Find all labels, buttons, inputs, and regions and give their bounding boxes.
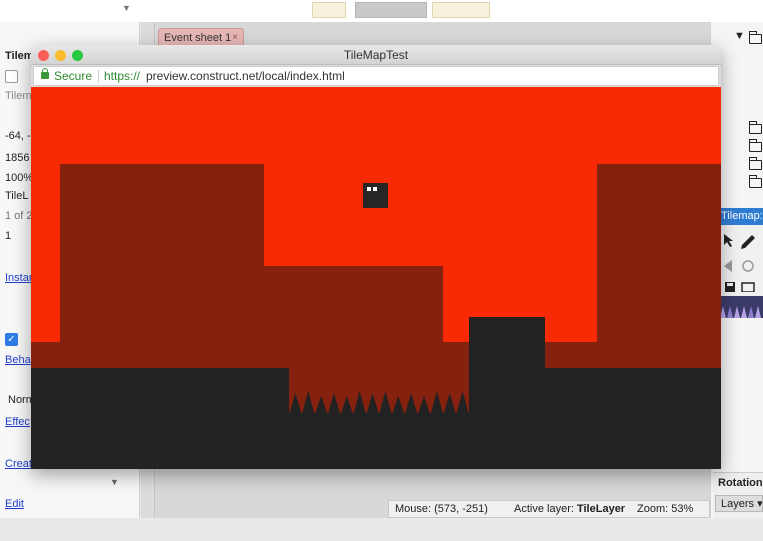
active-layer-value: TileLayer xyxy=(576,503,626,515)
spike xyxy=(430,391,444,415)
spike xyxy=(301,391,315,415)
toolbar-button[interactable] xyxy=(312,2,346,18)
pointer-icon[interactable] xyxy=(724,234,733,247)
tileset-preview[interactable] xyxy=(718,296,763,318)
folder-icon[interactable] xyxy=(748,31,762,44)
spike xyxy=(314,396,328,415)
spike xyxy=(417,396,431,415)
player-eye xyxy=(367,187,371,191)
ground-block xyxy=(31,368,289,469)
mouse-label: Mouse: xyxy=(395,503,432,515)
rotation-label: Rotation xyxy=(718,477,763,489)
save-icon[interactable] xyxy=(725,282,735,292)
window-title-bar[interactable]: TileMapTest xyxy=(31,45,721,65)
zoom-value: 53% xyxy=(671,503,694,515)
property-checkbox-checked[interactable]: ✓ xyxy=(5,333,18,346)
toolbar-button[interactable] xyxy=(355,2,427,18)
tilemap-options-panel: Rotation Layers ▾ xyxy=(713,472,763,518)
url-scheme: https:// xyxy=(104,69,141,83)
wall-tile-block xyxy=(597,164,721,344)
preview-browser-window: TileMapTest Secure https:// preview.cons… xyxy=(31,45,721,469)
spike xyxy=(327,393,341,415)
edit-link[interactable]: Edit xyxy=(0,498,140,510)
lock-icon xyxy=(41,68,49,79)
folder-icon[interactable] xyxy=(748,157,762,170)
active-layer-label: Active layer: xyxy=(514,503,574,515)
address-bar[interactable]: Secure https:// preview.construct.net/lo… xyxy=(33,66,719,86)
status-bar: Mouse: (573, -251) Active layer: TileLay… xyxy=(388,500,710,518)
folder-icon[interactable] xyxy=(741,282,755,292)
folder-icon[interactable] xyxy=(748,175,762,188)
spikes xyxy=(289,391,469,415)
spike xyxy=(353,391,367,415)
toolbar-button[interactable] xyxy=(432,2,490,18)
flip-icon[interactable] xyxy=(724,260,732,272)
mouse-readout: Mouse: (573, -251) xyxy=(395,503,488,515)
mouse-value: (573, -251) xyxy=(434,503,488,515)
spike xyxy=(379,391,392,415)
zoom-label: Zoom: xyxy=(637,503,669,515)
active-layer-readout: Active layer: TileLayer xyxy=(514,503,625,515)
close-icon[interactable]: × xyxy=(232,32,238,43)
layers-dropdown[interactable]: Layers ▾ xyxy=(715,495,763,512)
spike xyxy=(366,393,379,415)
tilemap-bar-title: Tilemap: T xyxy=(718,208,763,225)
tree-expand-icon[interactable]: ▼ xyxy=(734,30,745,42)
pillar-block xyxy=(469,317,545,469)
url-text: preview.construct.net/local/index.html xyxy=(146,69,345,83)
tilemap-tools xyxy=(724,234,755,292)
wall-tile-block xyxy=(60,164,264,344)
player-character xyxy=(363,183,388,208)
spike xyxy=(443,393,457,415)
spike xyxy=(456,391,469,415)
rotate-icon[interactable] xyxy=(742,260,754,272)
chevron-down-icon[interactable]: ▼ xyxy=(110,477,119,487)
pit-floor-block xyxy=(289,413,469,469)
chevron-down-icon[interactable]: ▼ xyxy=(122,3,131,13)
pencil-icon[interactable] xyxy=(741,235,755,249)
spike xyxy=(391,396,405,415)
wall-tile-block xyxy=(264,266,443,344)
spike xyxy=(340,396,354,415)
secure-label: Secure xyxy=(54,69,93,83)
tilemap-bar: Tilemap: T xyxy=(718,208,763,318)
player-eye xyxy=(373,187,377,191)
spike xyxy=(404,393,418,415)
tab-label: Event sheet 1 xyxy=(164,32,232,44)
property-checkbox[interactable] xyxy=(5,70,18,83)
spike xyxy=(289,393,302,415)
address-separator xyxy=(98,70,99,83)
ground-block xyxy=(545,368,721,469)
editor-toolbar: ▼ xyxy=(0,0,763,22)
game-canvas[interactable] xyxy=(31,87,721,469)
window-title: TileMapTest xyxy=(343,48,409,62)
folder-icon[interactable] xyxy=(748,121,762,134)
folder-icon[interactable] xyxy=(748,139,762,152)
zoom-readout: Zoom: 53% xyxy=(637,503,693,515)
